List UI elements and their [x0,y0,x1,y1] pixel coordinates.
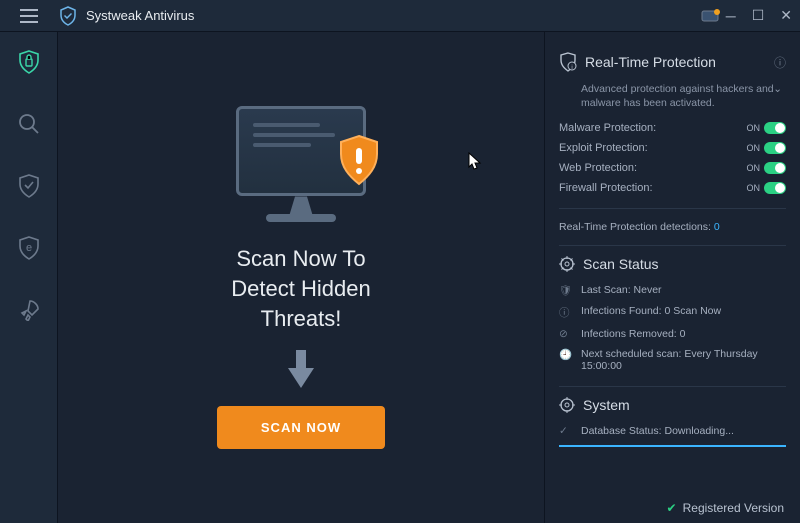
alert-shield-icon [336,134,382,188]
rtp-header: i Real-Time Protection ⓘ [559,52,786,72]
next-scan-row: 🕘 Next scheduled scan: Every Thursday 15… [559,344,786,376]
toggle-exploit[interactable] [764,142,786,154]
arrow-down-icon [286,350,316,388]
gear-icon [559,256,575,272]
shield-small-icon: 🛡 [559,284,573,297]
app-title: Systweak Antivirus [86,8,700,23]
app-logo-icon [58,6,78,26]
main-panel: Scan Now To Detect Hidden Threats! SCAN … [58,32,544,523]
scan-status-title: Scan Status [583,256,659,272]
gear-icon [559,397,575,413]
clock-icon: 🕘 [559,348,573,361]
title-bar: Systweak Antivirus ─ ☐ ✕ [0,0,800,32]
svg-text:e: e [25,242,31,254]
search-icon [18,113,40,135]
toggle-row-web: Web Protection: ON [559,158,786,178]
monitor-illustration [226,106,376,226]
sidebar-item-home[interactable] [9,42,49,82]
notification-badge-icon[interactable] [700,9,718,23]
shield-home-icon [18,50,40,74]
toggle-row-firewall: Firewall Protection: ON [559,178,786,198]
footer-status: ✔ Registered Version [667,501,784,515]
shield-info-icon: i [559,52,577,72]
maximize-button[interactable]: ☐ [752,7,765,24]
system-header: System [559,397,786,413]
toggle-row-malware: Malware Protection: ON [559,118,786,138]
rtp-advisory[interactable]: Advanced protection against hackers and … [559,80,786,118]
rtp-detections: Real-Time Protection detections: 0 [559,219,786,235]
toggle-web[interactable] [764,162,786,174]
hamburger-icon [20,9,38,23]
shield-check-icon [18,174,40,198]
svg-text:i: i [571,65,572,71]
infections-removed-row: ⊘ Infections Removed: 0 [559,324,786,344]
sidebar-item-privacy[interactable]: e [9,228,49,268]
check-circle-icon: ✓ [559,425,573,437]
help-icon[interactable]: ⓘ [774,54,786,71]
scan-status-header: Scan Status [559,256,786,272]
scan-now-link[interactable]: Scan Now [673,305,721,317]
minimize-button[interactable]: ─ [726,8,736,24]
rtp-title: Real-Time Protection [585,54,716,70]
check-icon: ⊘ [559,328,573,340]
sidebar: e [0,32,58,523]
db-status-value: Downloading... [664,425,733,437]
sidebar-item-protection[interactable] [9,166,49,206]
infections-found-row: ⓘ Infections Found: 0 Scan Now [559,301,786,324]
download-progress [559,445,786,447]
sidebar-item-scan[interactable] [9,104,49,144]
sidebar-item-optimize[interactable] [9,290,49,330]
last-scan-row: 🛡 Last Scan: Never [559,280,786,301]
chevron-down-icon: ⌄ [773,82,782,96]
headline-text: Scan Now To Detect Hidden Threats! [231,244,370,333]
db-status-row: ✓ Database Status: Downloading... [559,421,786,441]
info-icon: ⓘ [559,305,573,320]
scan-now-button[interactable]: SCAN NOW [217,406,385,449]
toggle-row-exploit: Exploit Protection: ON [559,138,786,158]
check-icon: ✔ [667,501,677,515]
shield-e-icon: e [18,236,40,260]
right-panel: i Real-Time Protection ⓘ Advanced protec… [544,32,800,523]
toggle-firewall[interactable] [764,182,786,194]
menu-button[interactable] [0,0,58,32]
toggle-malware[interactable] [764,122,786,134]
system-title: System [583,397,630,413]
close-button[interactable]: ✕ [780,7,792,24]
rocket-icon [18,299,40,321]
